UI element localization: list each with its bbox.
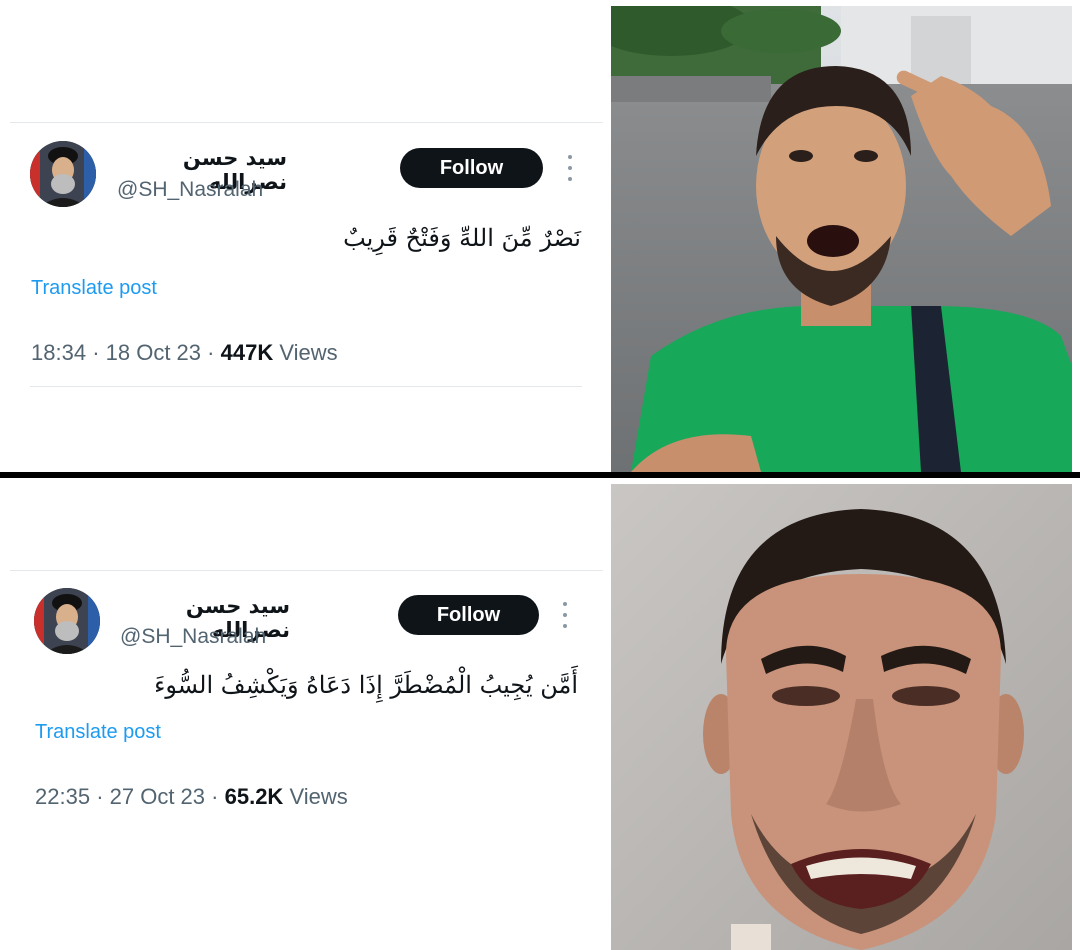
avatar-portrait-icon <box>30 141 96 207</box>
follow-button[interactable]: Follow <box>400 148 543 188</box>
tweet-meta: 22:35 · 27 Oct 23 · 65.2K Views <box>35 784 348 810</box>
tweet-text: أَمَّن يُجِيبُ الْمُضْطَرَّ إِذَا دَعَاه… <box>154 671 578 699</box>
more-options-icon[interactable] <box>561 602 569 628</box>
user-handle[interactable]: @SH_Nasralah <box>120 625 266 649</box>
user-handle[interactable]: @SH_Nasralah <box>117 178 263 202</box>
avatar[interactable] <box>30 141 96 207</box>
tweet-card: سيد حسن نصرالله @SH_Nasralah Follow نَصْ… <box>0 0 603 472</box>
tweet-date[interactable]: 27 Oct 23 <box>110 784 205 809</box>
views-count[interactable]: 65.2K <box>225 784 284 809</box>
views-label: Views <box>289 784 348 809</box>
tweet-divider <box>10 122 603 123</box>
meta-separator: · <box>96 784 104 809</box>
translate-post-link[interactable]: Translate post <box>31 277 157 300</box>
views-count[interactable]: 447K <box>221 340 274 365</box>
meme-panel-bottom: سيد حسن نصرالله @SH_Nasralah Follow أَمَ… <box>0 478 1080 950</box>
tweet-meta: 18:34 · 18 Oct 23 · 447K Views <box>31 340 338 366</box>
meta-separator: · <box>92 340 100 365</box>
avatar-portrait-icon <box>34 588 100 654</box>
tweet-divider <box>30 386 582 387</box>
follow-button[interactable]: Follow <box>398 595 539 635</box>
meta-separator: · <box>211 784 219 809</box>
tweet-time[interactable]: 18:34 <box>31 340 86 365</box>
views-label: Views <box>279 340 338 365</box>
tweet-time[interactable]: 22:35 <box>35 784 90 809</box>
cheering-man-photo <box>611 6 1072 472</box>
tweet-date[interactable]: 18 Oct 23 <box>106 340 201 365</box>
crying-man-photo <box>611 484 1072 950</box>
meme-panel-top: سيد حسن نصرالله @SH_Nasralah Follow نَصْ… <box>0 0 1080 472</box>
photo-area <box>603 478 1080 950</box>
photo-area <box>603 0 1080 472</box>
translate-post-link[interactable]: Translate post <box>35 721 161 744</box>
meta-separator: · <box>207 340 215 365</box>
cheering-man-image <box>611 6 1072 472</box>
tweet-divider <box>10 570 603 571</box>
tweet-text: نَصْرٌ مِّنَ اللهِّ وَفَتْحٌ قَرِيبٌ <box>343 224 581 252</box>
tweet-card: سيد حسن نصرالله @SH_Nasralah Follow أَمَ… <box>0 478 603 950</box>
avatar[interactable] <box>34 588 100 654</box>
more-options-icon[interactable] <box>566 155 574 181</box>
crying-man-image <box>611 484 1072 950</box>
